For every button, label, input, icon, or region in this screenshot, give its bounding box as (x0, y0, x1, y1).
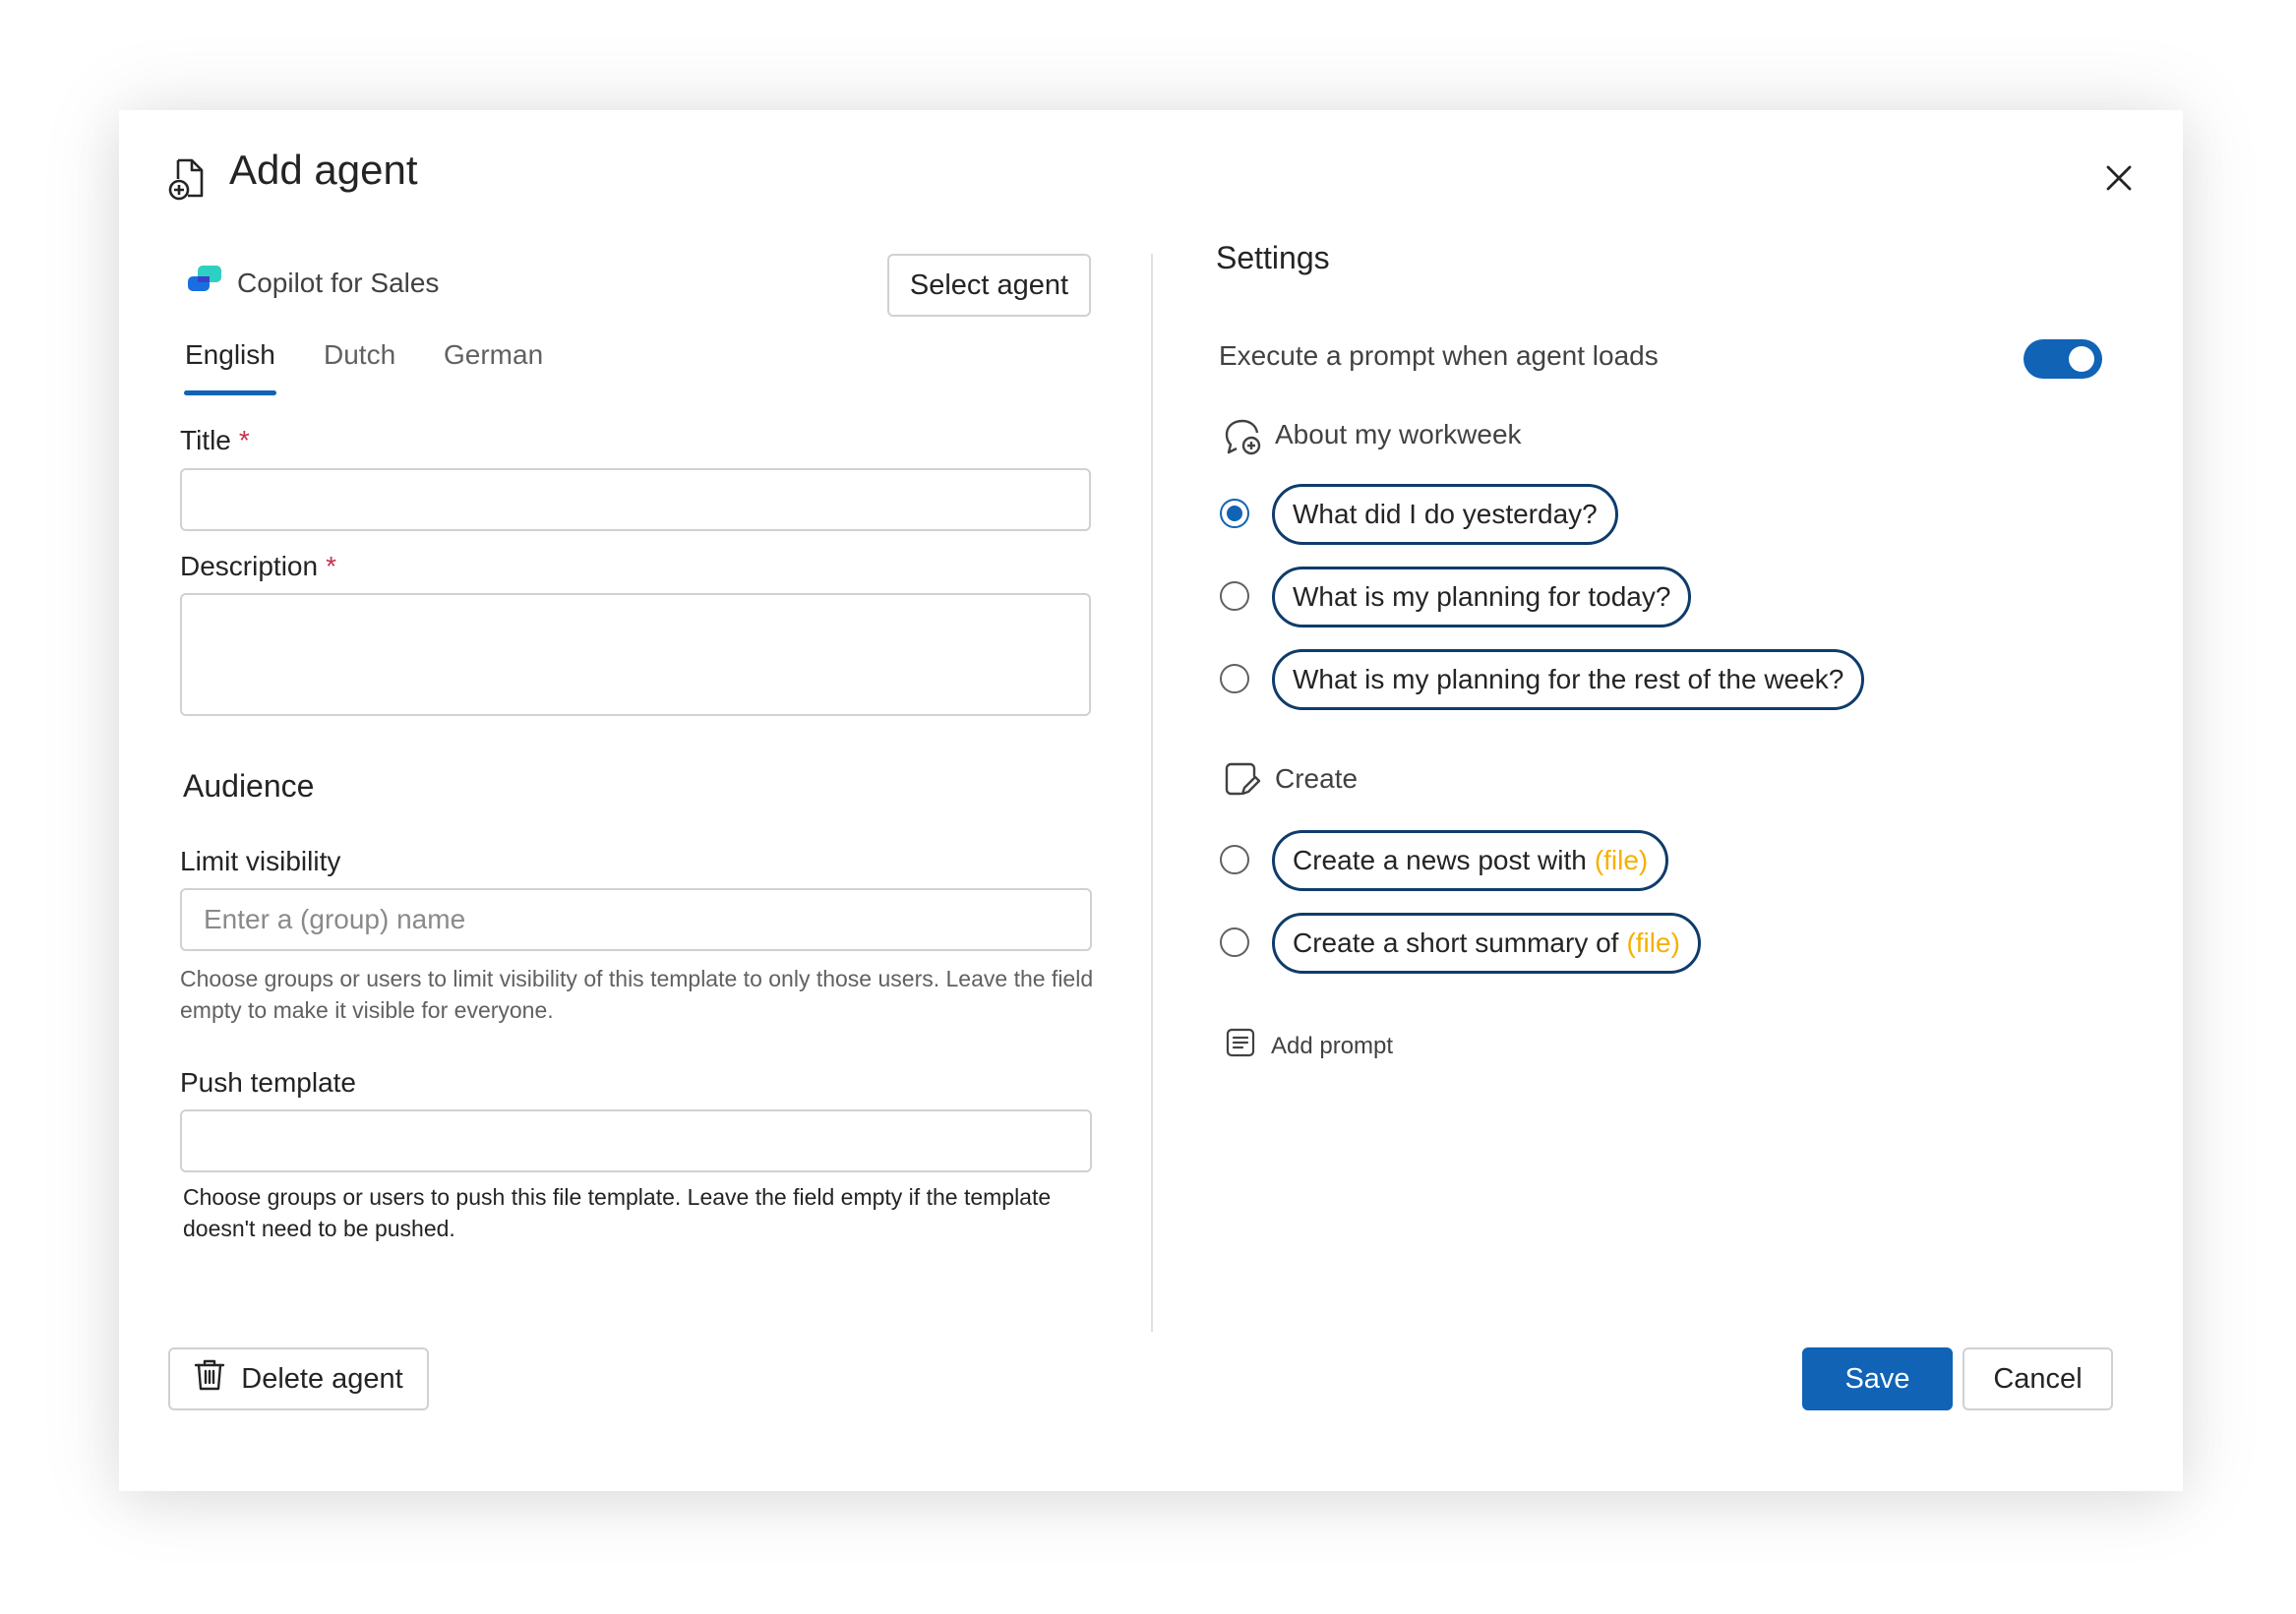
title-label-text: Title (180, 425, 231, 455)
chat-add-icon (1223, 417, 1262, 456)
prompt-pill-3[interactable]: What is my planning for the rest of the … (1272, 649, 1865, 710)
description-label-text: Description (180, 551, 319, 581)
prompt-text: What did I do yesterday? (1293, 499, 1598, 529)
document-add-icon (168, 157, 208, 201)
audience-heading: Audience (183, 768, 315, 804)
tab-german[interactable]: German (444, 339, 543, 371)
add-prompt-button[interactable]: Add prompt (1226, 1028, 1393, 1064)
column-divider (1151, 254, 1153, 1332)
title-label: Title * (180, 425, 250, 456)
text-box-icon (1226, 1028, 1255, 1064)
add-prompt-label: Add prompt (1271, 1032, 1394, 1059)
prompt-radio-1[interactable] (1220, 499, 1249, 528)
active-tab-indicator (184, 390, 276, 395)
group-label-create: Create (1275, 763, 1359, 794)
prompt-pill-1[interactable]: What did I do yesterday? (1272, 484, 1618, 545)
prompt-text: Create a short summary of (1293, 927, 1619, 958)
push-template-input[interactable] (180, 1109, 1092, 1172)
dialog-title: Add agent (229, 147, 418, 193)
save-button[interactable]: Save (1802, 1347, 1953, 1410)
push-template-label: Push template (180, 1067, 356, 1098)
prompt-text: What is my planning for today? (1293, 581, 1671, 612)
execute-prompt-label: Execute a prompt when agent loads (1219, 340, 1659, 371)
select-agent-button[interactable]: Select agent (887, 254, 1091, 317)
trash-icon (194, 1358, 225, 1400)
agent-name: Copilot for Sales (237, 268, 440, 298)
delete-agent-button[interactable]: Delete agent (168, 1347, 429, 1410)
prompt-radio-5[interactable] (1220, 927, 1249, 957)
settings-heading: Settings (1216, 240, 1330, 275)
file-token: (file) (1626, 927, 1680, 958)
title-input[interactable] (180, 468, 1091, 531)
toggle-knob (2069, 346, 2094, 372)
prompt-radio-2[interactable] (1220, 581, 1249, 611)
tab-english[interactable]: English (185, 339, 275, 371)
copilot-logo-icon (186, 264, 223, 297)
file-token: (file) (1594, 845, 1649, 875)
prompt-pill-4[interactable]: Create a news post with (file) (1272, 830, 1669, 891)
prompt-text: What is my planning for the rest of the … (1293, 664, 1844, 694)
note-edit-icon (1223, 760, 1262, 800)
prompt-radio-3[interactable] (1220, 664, 1249, 693)
group-label-about-my-workweek: About my workweek (1275, 419, 1522, 449)
description-label: Description * (180, 551, 336, 582)
prompt-text: Create a news post with (1293, 845, 1587, 875)
close-icon[interactable] (2100, 159, 2138, 197)
prompt-pill-2[interactable]: What is my planning for today? (1272, 567, 1692, 628)
prompt-pill-5[interactable]: Create a short summary of (file) (1272, 913, 1701, 974)
push-template-hint: Choose groups or users to push this file… (183, 1184, 1052, 1241)
prompt-radio-4[interactable] (1220, 845, 1249, 874)
execute-prompt-toggle[interactable] (2024, 339, 2102, 379)
tab-dutch[interactable]: Dutch (324, 339, 395, 371)
delete-agent-label: Delete agent (241, 1362, 403, 1395)
limit-visibility-hint: Choose groups or users to limit visibili… (180, 966, 1094, 1023)
required-marker: * (326, 551, 336, 581)
required-marker: * (238, 425, 250, 455)
add-agent-dialog: Add agent Copilot for Sales Select agent… (119, 110, 2183, 1491)
cancel-button[interactable]: Cancel (1963, 1347, 2113, 1410)
description-input[interactable] (180, 593, 1091, 716)
limit-visibility-label: Limit visibility (180, 846, 341, 876)
limit-visibility-input[interactable] (180, 888, 1092, 951)
